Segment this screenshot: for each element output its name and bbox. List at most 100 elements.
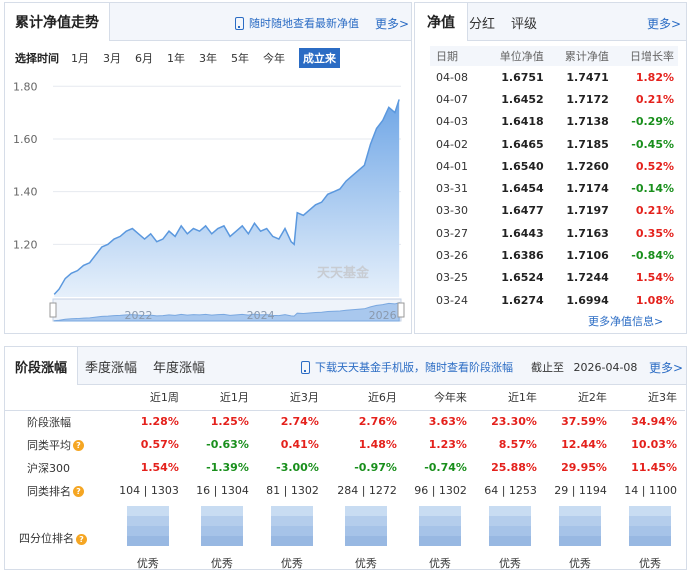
- quartile-segment: [418, 505, 461, 516]
- perf-value: 10.03%: [631, 438, 677, 451]
- mobile-notice-link[interactable]: 随时随地查看最新净值: [235, 15, 359, 31]
- quartile-segment: [200, 535, 243, 546]
- period-option[interactable]: 今年: [263, 50, 285, 66]
- nav-unit: 1.6454: [501, 182, 544, 196]
- perf-value: 1.54%: [140, 461, 179, 474]
- period-option[interactable]: 1月: [71, 50, 89, 66]
- nav-date: 04-03: [436, 115, 468, 129]
- period-option[interactable]: 成立来: [299, 48, 340, 68]
- perf-value: 23.30%: [491, 415, 537, 429]
- col-unit-nav: 单位净值: [482, 46, 548, 66]
- tab-stage-return[interactable]: 阶段涨幅: [5, 347, 79, 385]
- col-date: 日期: [430, 46, 483, 66]
- perf-value: -0.74%: [424, 461, 467, 474]
- performance-head-row: 近1周 近1月 近3月 近6月 今年来 近1年 近2年 近3年: [5, 384, 685, 411]
- period-option[interactable]: 6月: [135, 50, 153, 66]
- quartile-segment: [270, 525, 313, 536]
- perf-value: 37.59%: [561, 415, 607, 429]
- nav-unit: 1.6443: [501, 226, 544, 240]
- perf-value: 3.63%: [428, 415, 467, 429]
- tab-quarter-return[interactable]: 季度涨幅: [85, 347, 137, 385]
- period-option[interactable]: 3月: [103, 50, 121, 66]
- perf-col-head: 近3月: [256, 384, 327, 411]
- quartile-bar: [200, 505, 243, 546]
- quartile-segment: [628, 525, 671, 536]
- nav-date: 04-02: [436, 137, 468, 151]
- nav-table-row: 03-31 1.6454 1.7174 -0.14%: [430, 177, 678, 199]
- period-selector: 选择时间 1月 3月 6月 1年 3年 5年 今年 成立来: [15, 48, 354, 68]
- quartile-segment: [488, 505, 531, 516]
- tab-nav[interactable]: 净值: [415, 3, 468, 41]
- quartile-cell: 优秀: [615, 502, 685, 574]
- nav-unit: 1.6452: [501, 92, 544, 106]
- quartile-text: 优秀: [638, 556, 661, 570]
- nav-table-row: 03-24 1.6274 1.6994 1.08%: [430, 289, 678, 311]
- nav-table-row: 03-26 1.6386 1.7106 -0.84%: [430, 244, 678, 266]
- perf-value: 34.94%: [631, 415, 677, 429]
- nav-unit: 1.6386: [501, 249, 544, 263]
- quartile-segment: [344, 535, 387, 546]
- nav-change: 0.52%: [635, 159, 674, 173]
- more-nav-info-link[interactable]: 更多净值信息>: [588, 313, 663, 329]
- nav-acc: 1.7163: [566, 226, 609, 240]
- perf-row-label-text: 同类排名: [27, 484, 71, 498]
- perf-col-head: 近1周: [108, 384, 187, 411]
- nav-date: 03-27: [436, 226, 468, 240]
- col-acc-nav: 累计净值: [547, 46, 613, 66]
- quartile-bar: [488, 505, 531, 546]
- quartile-cell: 优秀: [475, 502, 545, 574]
- perf-value: 2.74%: [280, 415, 319, 429]
- nav-unit: 1.6477: [501, 204, 544, 218]
- perf-value: -0.97%: [354, 461, 397, 474]
- quartile-segment: [488, 525, 531, 536]
- tab-rating[interactable]: 评级: [511, 3, 537, 41]
- nav-acc: 1.7260: [566, 159, 609, 173]
- perf-value: 25.88%: [491, 461, 537, 474]
- tab-dividend[interactable]: 分红: [469, 3, 495, 41]
- quartile-segment: [628, 505, 671, 516]
- nav-table-more-link[interactable]: 更多>: [647, 15, 681, 32]
- period-option[interactable]: 1年: [167, 50, 185, 66]
- help-icon[interactable]: ?: [76, 533, 87, 545]
- nav-table-row: 04-07 1.6452 1.7172 0.21%: [430, 88, 678, 110]
- help-icon[interactable]: ?: [73, 486, 84, 497]
- tab-annual-return[interactable]: 年度涨幅: [153, 347, 205, 385]
- navigator-handle-left[interactable]: [49, 302, 57, 318]
- quartile-segment: [558, 525, 601, 536]
- phone-icon: [235, 16, 244, 30]
- watermark: 天天基金: [317, 265, 370, 281]
- quartile-segment: [418, 535, 461, 546]
- quartile-text: 优秀: [210, 556, 233, 570]
- quartile-text: 优秀: [498, 556, 521, 570]
- perf-value: 1.23%: [428, 438, 467, 451]
- perf-row-label: 阶段涨幅: [5, 410, 109, 433]
- nav-change: 0.21%: [635, 92, 674, 106]
- help-icon[interactable]: ?: [73, 440, 84, 451]
- quartile-segment: [270, 505, 313, 516]
- navigator-handle-right[interactable]: [397, 302, 405, 318]
- perf-row-label-text: 同类平均: [27, 438, 71, 452]
- nav-date: 03-25: [436, 271, 468, 285]
- quartile-cell: 优秀: [545, 502, 615, 574]
- perf-value: 8.57%: [498, 438, 537, 451]
- nav-trend-more-link[interactable]: 更多>: [375, 15, 409, 32]
- download-app-link[interactable]: 下载天天基金手机版，随时查看阶段涨幅: [301, 359, 513, 375]
- quartile-segment: [126, 535, 169, 546]
- perf-col-head: 近2年: [544, 384, 615, 411]
- mobile-notice-text: 随时随地查看最新净值: [249, 17, 359, 30]
- perf-row-label-text: 阶段涨幅: [27, 415, 71, 429]
- period-option[interactable]: 5年: [231, 50, 249, 66]
- perf-value: 0.57%: [140, 438, 179, 451]
- quartile-segment: [200, 505, 243, 516]
- performance-more-link[interactable]: 更多>: [649, 359, 683, 376]
- nav-unit: 1.6465: [501, 137, 544, 151]
- period-option[interactable]: 3年: [199, 50, 217, 66]
- perf-row-label: 同类平均?: [5, 433, 109, 456]
- perf-row: 同类排名? 104 | 1303 16 | 1304 81 | 1302 284 | 1…: [5, 479, 685, 502]
- quartile-segment: [344, 505, 387, 516]
- col-daily-change: 日增长率: [612, 46, 678, 66]
- x-tick-label: 2024: [247, 309, 275, 322]
- quartile-cell: 优秀: [405, 502, 475, 574]
- nav-change: -0.14%: [631, 182, 674, 196]
- nav-table-row: 03-25 1.6524 1.7244 1.54%: [430, 267, 678, 289]
